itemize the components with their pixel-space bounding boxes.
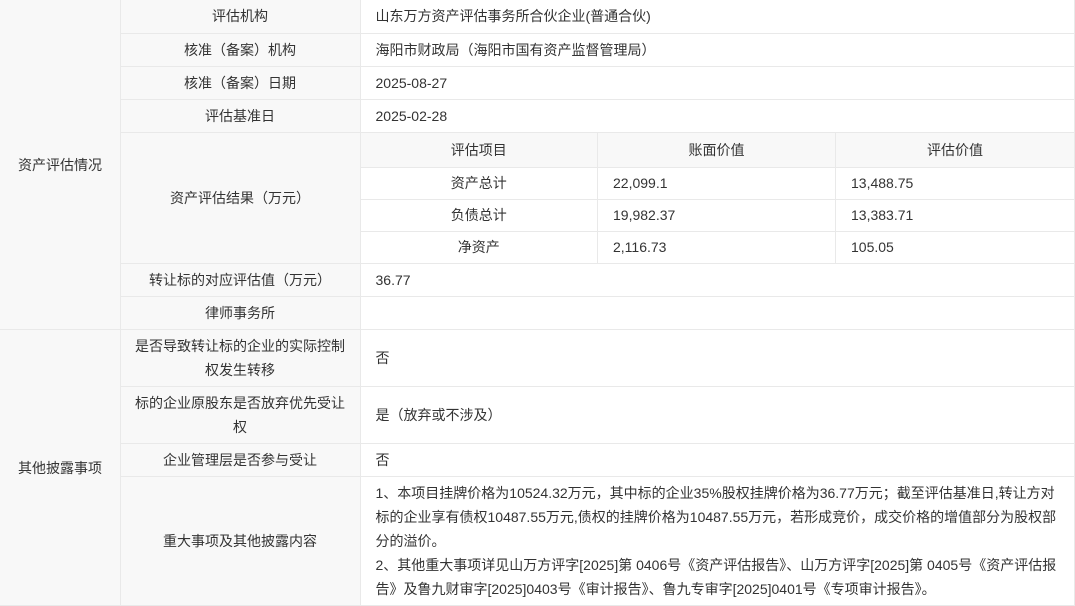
value-approval-date: 2025-08-27 — [360, 66, 1075, 99]
evaluation-result-cell: 评估项目 账面价值 评估价值 资产总计 22,099.1 13,488.75 负… — [360, 132, 1075, 264]
assessment-header-book-value: 账面价值 — [598, 133, 836, 168]
assessment-cell-assessed-value: 13,383.71 — [836, 199, 1075, 231]
value-approval-agency: 海阳市财政局（海阳市国有资产监督管理局） — [360, 33, 1075, 66]
label-approval-date: 核准（备案）日期 — [120, 66, 360, 99]
label-transfer-target-evaluation-value: 转让标的对应评估值（万元） — [120, 264, 360, 297]
assessment-cell-item: 负债总计 — [361, 199, 598, 231]
label-management-participation: 企业管理层是否参与受让 — [120, 444, 360, 477]
label-evaluation-result: 资产评估结果（万元） — [120, 132, 360, 264]
label-control-transfer: 是否导致转让标的企业的实际控制权发生转移 — [120, 330, 360, 387]
value-transfer-target-evaluation-value: 36.77 — [360, 264, 1075, 297]
assessment-header-item: 评估项目 — [361, 133, 598, 168]
major-matters-paragraph-2: 2、其他重大事项详见山万方评字[2025]第 0406号《资产评估报告》、山万方… — [376, 553, 1060, 601]
value-major-matters: 1、本项目挂牌价格为10524.32万元，其中标的企业35%股权挂牌价格为36.… — [360, 477, 1075, 606]
assessment-cell-book-value: 2,116.73 — [598, 231, 836, 263]
label-major-matters: 重大事项及其他披露内容 — [120, 477, 360, 606]
group-label-other-disclosures: 其他披露事项 — [0, 330, 120, 606]
label-approval-agency: 核准（备案）机构 — [120, 33, 360, 66]
table-row: 负债总计 19,982.37 13,383.71 — [361, 199, 1075, 231]
assessment-cell-book-value: 19,982.37 — [598, 199, 836, 231]
assessment-header-assessed-value: 评估价值 — [836, 133, 1075, 168]
label-law-firm: 律师事务所 — [120, 297, 360, 330]
assessment-cell-item: 资产总计 — [361, 167, 598, 199]
value-evaluation-agency: 山东万方资产评估事务所合伙企业(普通合伙) — [360, 0, 1075, 33]
label-evaluation-agency: 评估机构 — [120, 0, 360, 33]
disclosure-table: 资产评估情况 评估机构 山东万方资产评估事务所合伙企业(普通合伙) 核准（备案）… — [0, 0, 1075, 606]
value-evaluation-base-date: 2025-02-28 — [360, 99, 1075, 132]
disclosure-panel: 资产评估情况 评估机构 山东万方资产评估事务所合伙企业(普通合伙) 核准（备案）… — [0, 0, 1075, 606]
assessment-table: 评估项目 账面价值 评估价值 资产总计 22,099.1 13,488.75 负… — [361, 133, 1075, 264]
label-waive-preemptive-right: 标的企业原股东是否放弃优先受让权 — [120, 387, 360, 444]
major-matters-paragraph-1: 1、本项目挂牌价格为10524.32万元，其中标的企业35%股权挂牌价格为36.… — [376, 481, 1060, 553]
value-management-participation: 否 — [360, 444, 1075, 477]
label-evaluation-base-date: 评估基准日 — [120, 99, 360, 132]
table-row: 资产总计 22,099.1 13,488.75 — [361, 167, 1075, 199]
assessment-cell-item: 净资产 — [361, 231, 598, 263]
value-law-firm — [360, 297, 1075, 330]
assessment-cell-assessed-value: 13,488.75 — [836, 167, 1075, 199]
assessment-cell-assessed-value: 105.05 — [836, 231, 1075, 263]
value-control-transfer: 否 — [360, 330, 1075, 387]
group-label-asset-evaluation: 资产评估情况 — [0, 0, 120, 330]
table-row: 净资产 2,116.73 105.05 — [361, 231, 1075, 263]
assessment-cell-book-value: 22,099.1 — [598, 167, 836, 199]
value-waive-preemptive-right: 是（放弃或不涉及） — [360, 387, 1075, 444]
